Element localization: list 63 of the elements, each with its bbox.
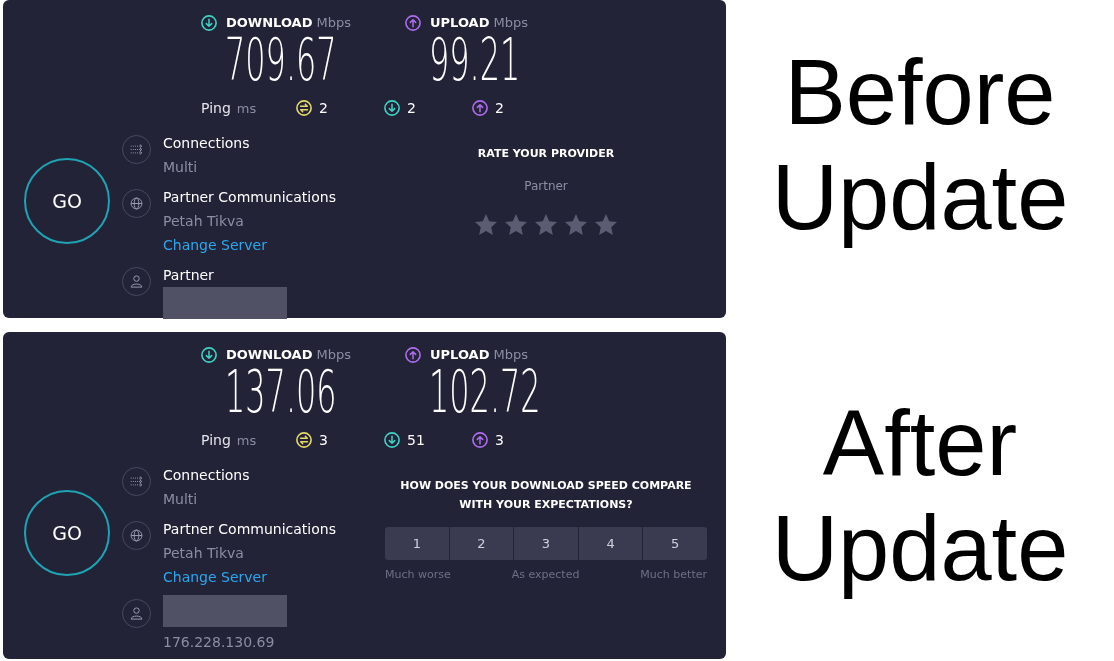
globe-icon [122,189,151,218]
detail-value: Petah Tikva [163,544,244,562]
download-label: DOWNLOAD [226,347,313,363]
rating-option[interactable]: 5 [643,527,707,560]
upload-label: UPLOAD [430,347,490,363]
detail-title: Partner Communications [163,188,336,206]
dotted-arrows-icon [122,135,151,164]
rating-option[interactable]: 4 [578,527,643,560]
unit-label: ms [236,431,257,450]
upload-speed: 99.21 [429,31,521,89]
two-way-arrows-icon [296,432,312,448]
unit-label: Mbps [493,15,528,31]
detail-value: Petah Tikva [163,212,244,230]
detail-title: Partner Communications [163,520,336,538]
detail-value: Multi [163,490,198,508]
upload-speed: 102.72 [429,363,541,421]
ping-label: Ping [201,430,231,449]
download-label: DOWNLOAD [226,15,313,31]
download-speed: 709.67 [225,31,337,89]
latency-value: 2 [319,99,328,117]
upload-label: UPLOAD [430,15,490,31]
star-icon[interactable] [475,214,497,235]
star-icon[interactable] [535,214,557,235]
latency-value: 2 [495,99,504,117]
caption-text: After Update [770,391,1070,601]
latency-value: 3 [495,431,504,449]
scale-label: Much worse [385,568,451,582]
latency-value: 3 [319,431,328,449]
rating-option[interactable]: 3 [514,527,578,560]
star-icon[interactable] [595,214,617,235]
latency-value: 2 [407,99,416,117]
unit-label: Mbps [316,15,351,31]
go-button[interactable]: GO [24,158,110,244]
star-rating[interactable] [475,214,617,235]
rating-title: RATE YOUR PROVIDER [477,146,615,162]
globe-icon [122,521,151,550]
user-icon [122,599,151,628]
detail-title: Partner [163,266,214,284]
survey-question: HOW DOES YOUR DOWNLOAD SPEED COMPARE WITH YOUR EXPECTATIONS? [399,478,693,513]
user-icon [122,267,151,296]
detail-value: 176.228.130.69 [163,633,275,651]
change-server-link[interactable]: Change Server [163,568,267,586]
detail-title: Connections [163,134,250,152]
detail-title: Connections [163,466,250,484]
two-way-arrows-icon [296,100,312,116]
go-button[interactable]: GO [24,490,110,576]
caption-text: Before Update [770,40,1070,250]
star-icon[interactable] [505,214,527,235]
latency-value: 51 [407,431,425,449]
unit-label: Mbps [316,347,351,363]
rating-option[interactable]: 1 [385,527,449,560]
ping-label: Ping [201,98,231,117]
change-server-link[interactable]: Change Server [163,236,267,254]
dotted-arrows-icon [122,467,151,496]
provider-name: Partner [524,178,568,195]
download-speed: 137.06 [225,363,337,421]
scale-label: As expected [511,568,580,582]
unit-label: ms [236,99,257,118]
unit-label: Mbps [493,347,528,363]
detail-value: Multi [163,158,198,176]
star-icon[interactable] [565,214,587,235]
rating-option[interactable]: 2 [449,527,514,560]
scale-label: Much better [640,568,707,582]
